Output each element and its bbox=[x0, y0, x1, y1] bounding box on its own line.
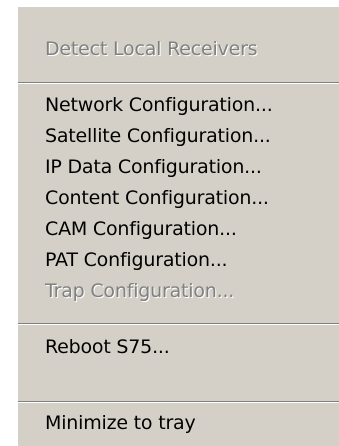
menu-item-pat-configuration[interactable]: PAT Configuration... bbox=[18, 244, 339, 276]
menu-item-ip-data-configuration[interactable]: IP Data Configuration... bbox=[18, 151, 339, 183]
menu-item-satellite-configuration[interactable]: Satellite Configuration... bbox=[18, 120, 339, 152]
menu-separator bbox=[18, 401, 339, 403]
menu-item-reboot-s75[interactable]: Reboot S75... bbox=[18, 331, 339, 363]
menu-item-trap-configuration: Trap Configuration... bbox=[45, 280, 235, 302]
menu-item-network-configuration[interactable]: Network Configuration... bbox=[18, 89, 339, 121]
menu-item-content-configuration[interactable]: Content Configuration... bbox=[18, 182, 339, 214]
menu-item-detect-local-receivers: Detect Local Receivers bbox=[45, 38, 258, 60]
menu-separator bbox=[18, 82, 339, 84]
menu-item-minimize-to-tray[interactable]: Minimize to tray bbox=[18, 407, 339, 439]
context-menu: Detect Local Receivers Network Configura… bbox=[18, 7, 339, 446]
menu-separator bbox=[18, 323, 339, 325]
menu-item-cam-configuration[interactable]: CAM Configuration... bbox=[18, 213, 339, 245]
